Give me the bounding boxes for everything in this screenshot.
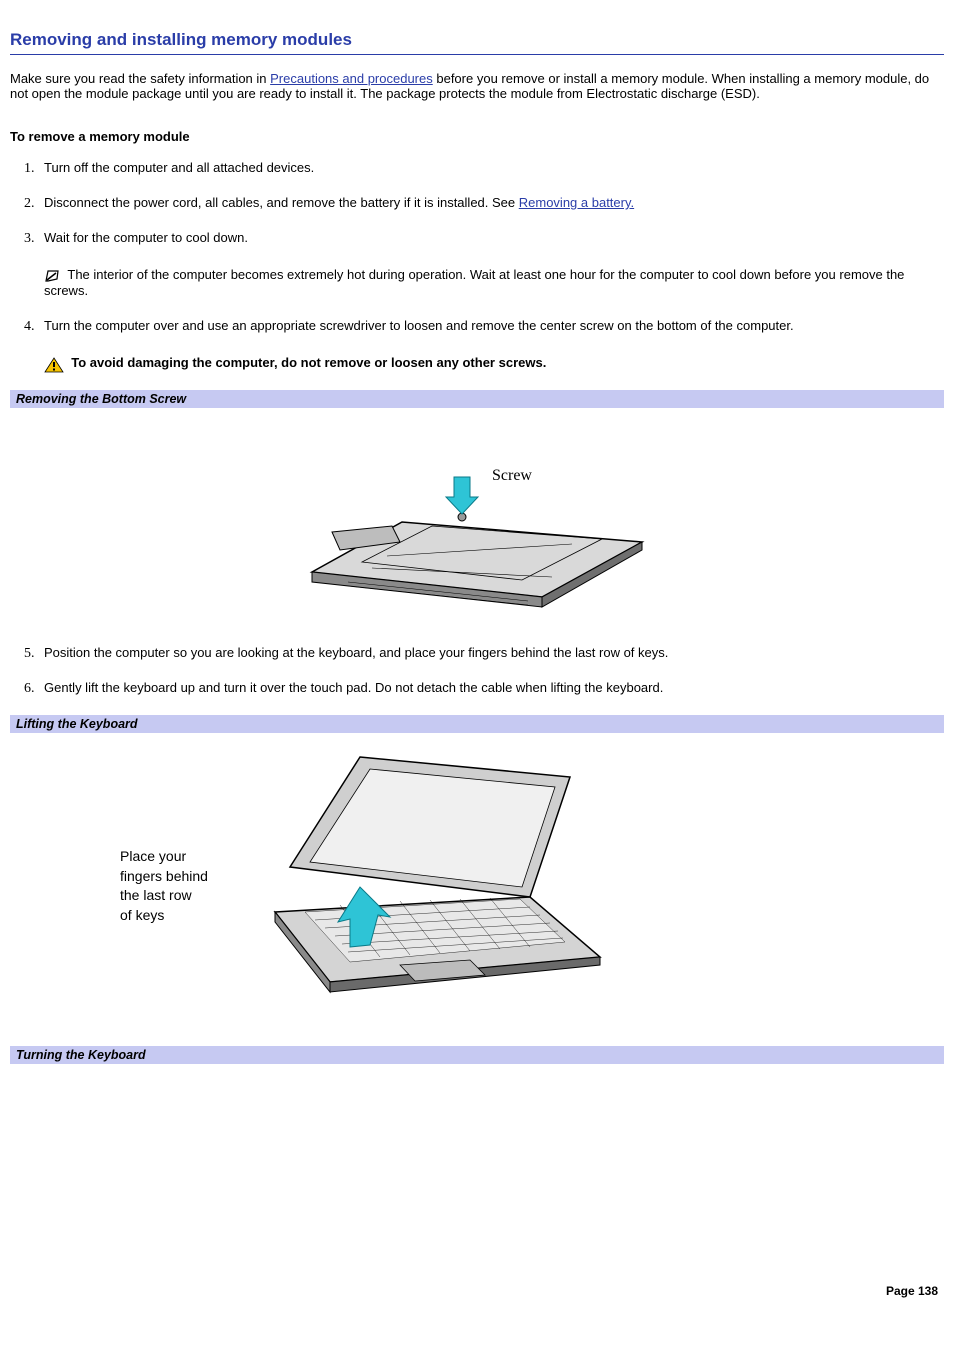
step-3-note: The interior of the computer becomes ext… <box>44 267 924 298</box>
laptop-open-diagram: Place your fingers behind the last row o… <box>120 747 600 1007</box>
step-2: Disconnect the power cord, all cables, a… <box>38 195 924 210</box>
step-3-note-text: The interior of the computer becomes ext… <box>44 267 904 298</box>
step-5: Position the computer so you are looking… <box>38 645 924 660</box>
procedure-subhead: To remove a memory module <box>10 129 944 144</box>
page-footer: Page 138 <box>10 1284 944 1298</box>
warning-icon <box>44 356 62 370</box>
step-3: Wait for the computer to cool down. The … <box>38 230 924 298</box>
step-4: Turn the computer over and use an approp… <box>38 318 924 371</box>
figure-1: Screw <box>10 408 944 645</box>
page-title: Removing and installing memory modules <box>10 30 944 50</box>
steps-list: Turn off the computer and all attached d… <box>38 160 924 370</box>
screw-label: Screw <box>492 467 532 484</box>
step-4-text: Turn the computer over and use an approp… <box>44 318 794 333</box>
intro-text-a: Make sure you read the safety informatio… <box>10 71 270 86</box>
laptop-bottom-diagram: Screw <box>292 422 662 612</box>
step-4-warning: To avoid damaging the computer, do not r… <box>44 355 924 371</box>
removing-battery-link[interactable]: Removing a battery. <box>519 195 634 210</box>
figure-3-caption: Turning the Keyboard <box>10 1046 944 1064</box>
note-icon <box>44 269 62 283</box>
figure-2-label: Place your fingers behind the last row o… <box>120 847 208 925</box>
figure-1-caption: Removing the Bottom Screw <box>10 390 944 408</box>
step-1: Turn off the computer and all attached d… <box>38 160 924 175</box>
step-2-text: Disconnect the power cord, all cables, a… <box>44 195 519 210</box>
step-4-warning-text: To avoid damaging the computer, do not r… <box>71 355 546 370</box>
steps-list-cont: Position the computer so you are looking… <box>38 645 924 695</box>
step-6: Gently lift the keyboard up and turn it … <box>38 680 924 695</box>
title-underline <box>10 54 944 55</box>
precautions-link[interactable]: Precautions and procedures <box>270 71 433 86</box>
step-3-text: Wait for the computer to cool down. <box>44 230 248 245</box>
figure-2-caption: Lifting the Keyboard <box>10 715 944 733</box>
intro-paragraph: Make sure you read the safety informatio… <box>10 71 944 101</box>
figure-2: Place your fingers behind the last row o… <box>10 733 944 1040</box>
